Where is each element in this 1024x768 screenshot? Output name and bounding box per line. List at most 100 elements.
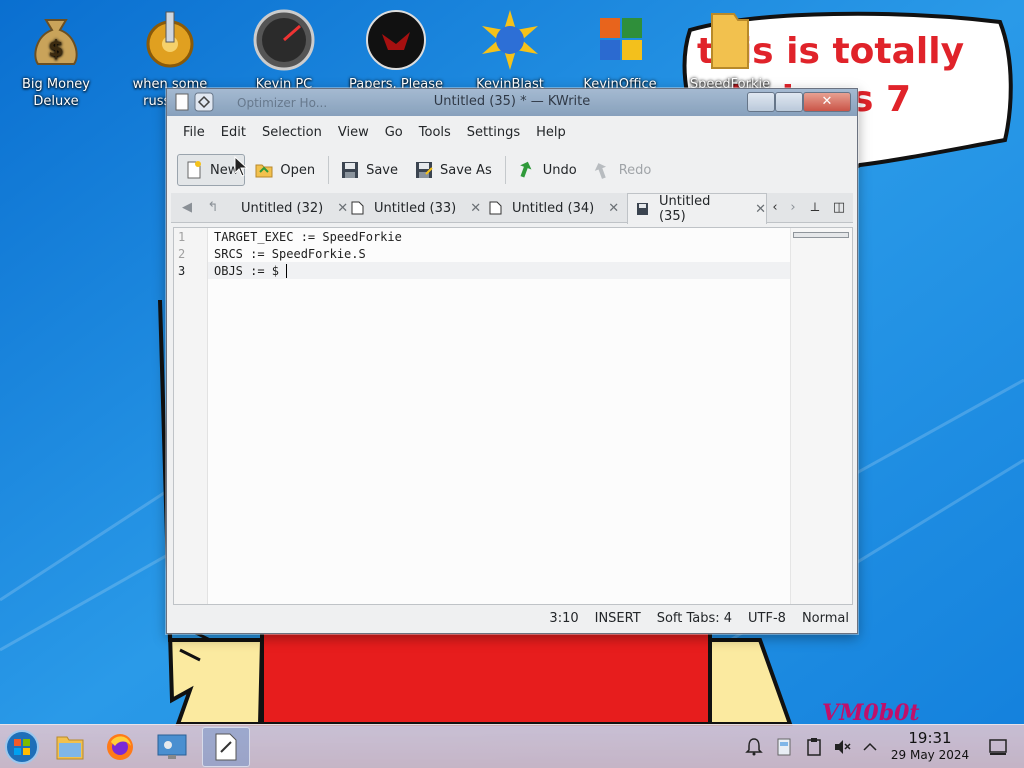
input-mode[interactable]: INSERT — [595, 611, 641, 626]
tab-close-icon[interactable]: ✕ — [337, 201, 348, 216]
tab-close-icon[interactable]: ✕ — [755, 202, 766, 217]
tab-back-icon[interactable]: ◀ — [179, 200, 195, 216]
tab-untitled-32[interactable]: Untitled (32) ✕ — [219, 193, 349, 223]
chevron-up-icon[interactable] — [860, 737, 880, 757]
undo-button[interactable]: Undo — [510, 154, 584, 186]
taskbar-firefox[interactable] — [98, 727, 142, 767]
close-icon: ✕ — [821, 94, 833, 109]
save-as-label: Save As — [440, 162, 492, 178]
cursor-position[interactable]: 3:10 — [549, 611, 578, 626]
desktop-icon-kevin-pc[interactable]: Kevin PC — [234, 8, 334, 93]
tab-label: Untitled (34) — [512, 200, 595, 216]
taskbar-file-manager[interactable] — [48, 727, 92, 767]
taskbar-system-settings[interactable] — [150, 727, 194, 767]
tab-untitled-35[interactable]: Untitled (35) ✕ — [627, 193, 767, 224]
line-number: 2 — [178, 247, 186, 261]
save-label: Save — [366, 162, 399, 178]
close-button[interactable]: ✕ — [803, 92, 851, 112]
minimize-button[interactable] — [747, 92, 775, 112]
open-folder-icon — [255, 164, 273, 178]
line-number-gutter: 1 2 3 — [174, 228, 208, 604]
desktop-icon-label: Big Money Deluxe — [21, 77, 90, 109]
tab-label: Untitled (32) — [241, 200, 324, 216]
desktop-icon-papers-please[interactable]: Papers, Please — [346, 8, 446, 93]
document-icon — [489, 201, 502, 215]
toolbar-separator — [328, 156, 330, 184]
redo-button[interactable]: Redo — [586, 154, 659, 186]
line-number: 1 — [178, 230, 186, 244]
undo-label: Undo — [542, 162, 577, 178]
minimap-viewport[interactable] — [793, 232, 849, 238]
window-body: File Edit Selection View Go Tools Settin… — [171, 117, 853, 631]
undo-icon — [519, 161, 532, 178]
pin-icon[interactable]: ⟂ — [807, 200, 823, 216]
save-document-icon — [636, 203, 648, 215]
clock[interactable]: 19:31 29 May 2024 — [880, 729, 980, 763]
money-bag-icon: $ — [34, 19, 78, 65]
save-as-button[interactable]: Save As — [407, 154, 499, 186]
kevinblast-icon — [482, 10, 538, 70]
tab-label: Untitled (35) — [658, 194, 711, 224]
menu-settings[interactable]: Settings — [459, 121, 528, 145]
tab-untitled-33[interactable]: Untitled (33) ✕ — [351, 193, 487, 223]
show-desktop-icon[interactable] — [988, 737, 1008, 757]
taskbar-kwrite[interactable] — [202, 727, 250, 767]
volume-muted-icon[interactable] — [832, 737, 852, 757]
menu-selection[interactable]: Selection — [254, 121, 330, 145]
system-settings-icon — [157, 734, 187, 759]
office-icon — [600, 18, 642, 60]
save-icon — [342, 162, 359, 178]
taskbar: 19:31 29 May 2024 — [0, 724, 1024, 768]
syntax-mode[interactable]: Normal — [802, 611, 849, 626]
encoding-setting[interactable]: UTF-8 — [748, 611, 786, 626]
menubar: File Edit Selection View Go Tools Settin… — [175, 121, 574, 145]
clipboard-icon[interactable] — [804, 737, 824, 757]
redo-icon — [594, 163, 606, 179]
menu-view[interactable]: View — [330, 121, 377, 145]
menu-tools[interactable]: Tools — [411, 121, 459, 145]
menu-go[interactable]: Go — [377, 121, 411, 145]
kwrite-window: Optimizer Ho... Untitled (35) * — KWrite… — [166, 88, 858, 634]
tab-scroll-left-icon[interactable]: ‹ — [767, 200, 783, 216]
indentation-setting[interactable]: Soft Tabs: 4 — [657, 611, 732, 626]
code-line: OBJS := $ — [214, 264, 280, 278]
code-line: SRCS := SpeedForkie.S — [214, 247, 366, 261]
tab-untitled-34[interactable]: Untitled (34) ✕ — [489, 193, 625, 223]
network-icon[interactable] — [774, 737, 794, 757]
kwrite-icon — [215, 733, 237, 761]
desktop-icon-speedforkie[interactable]: SpeedForkie — [680, 8, 780, 93]
clock-date: 29 May 2024 — [890, 748, 970, 762]
new-document-icon — [187, 161, 201, 179]
start-button[interactable] — [0, 727, 44, 767]
redo-label: Redo — [618, 162, 652, 178]
line-number: 3 — [178, 264, 186, 278]
maximize-button[interactable] — [775, 92, 803, 112]
tab-close-icon[interactable]: ✕ — [470, 201, 481, 216]
clock-time: 19:31 — [908, 729, 952, 747]
tab-scroll-right-icon[interactable]: › — [785, 200, 801, 216]
file-manager-icon — [56, 736, 84, 760]
status-bar: 3:10 INSERT Soft Tabs: 4 UTF-8 Normal — [171, 607, 853, 629]
tab-bar: ◀ ↰ Untitled (32) ✕ Untitled (33) ✕ Unti… — [171, 193, 853, 224]
folder-icon — [711, 13, 749, 69]
document-icon — [351, 201, 364, 215]
split-view-icon[interactable]: ◫ — [831, 200, 847, 216]
desktop-icon-kevinblast[interactable]: KevinBlast — [460, 8, 560, 93]
tab-close-icon[interactable]: ✕ — [608, 201, 619, 216]
open-label: Open — [280, 162, 316, 178]
papers-please-icon — [366, 10, 426, 70]
menu-file[interactable]: File — [175, 121, 213, 145]
code-line: TARGET_EXEC := SpeedForkie — [214, 230, 402, 244]
open-button[interactable]: Open — [247, 154, 322, 186]
minimap[interactable] — [790, 228, 852, 604]
menu-edit[interactable]: Edit — [213, 121, 254, 145]
mouse-pointer-icon — [234, 156, 249, 177]
notification-bell-icon[interactable] — [744, 737, 764, 757]
toolbar-separator — [504, 156, 506, 184]
desktop-icon-big-money-deluxe[interactable]: $ Big Money Deluxe — [6, 8, 106, 110]
text-editor[interactable]: 1 2 3 TARGET_EXEC := SpeedForkie SRCS :=… — [173, 227, 853, 605]
window-titlebar[interactable]: Optimizer Ho... Untitled (35) * — KWrite… — [167, 89, 857, 116]
save-button[interactable]: Save — [333, 154, 405, 186]
menu-help[interactable]: Help — [528, 121, 574, 145]
current-line-highlight — [208, 262, 790, 279]
